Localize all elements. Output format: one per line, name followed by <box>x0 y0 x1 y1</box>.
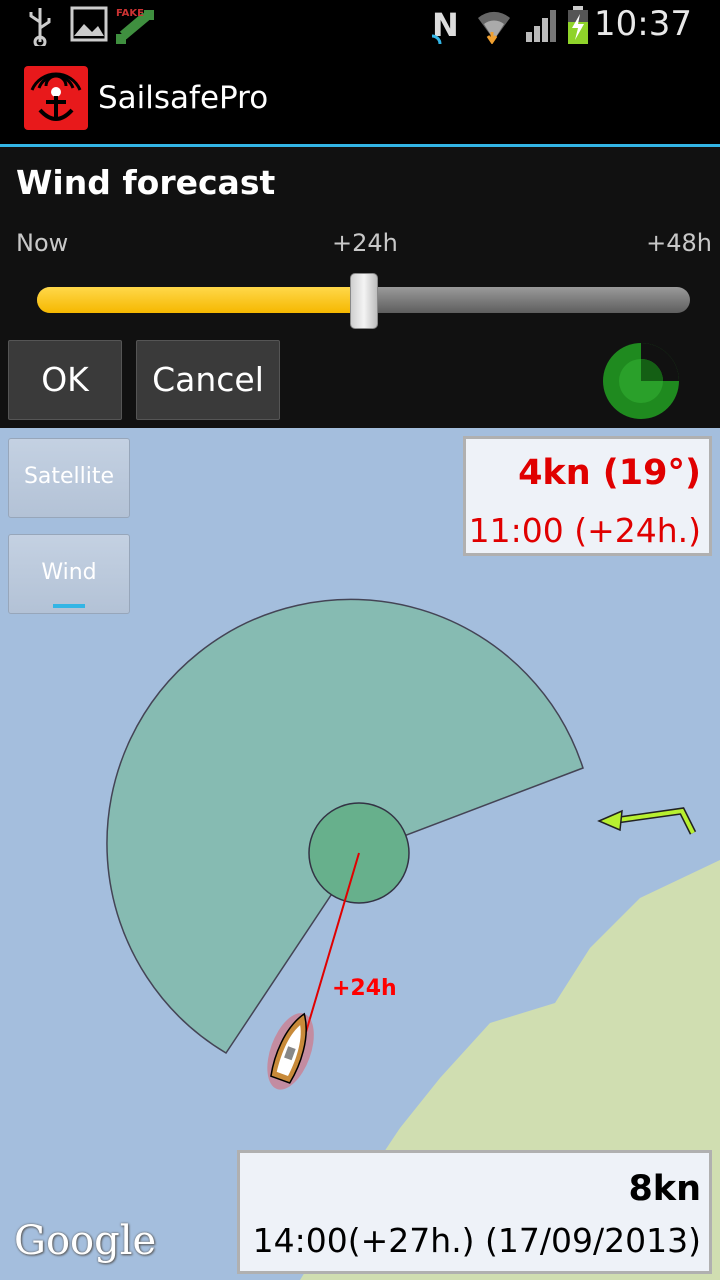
ok-button[interactable]: OK <box>8 340 122 420</box>
map-view[interactable]: +24h Satellite Wind 4kn (19°) 11:00 (+24… <box>0 428 720 1280</box>
app-title: SailsafePro <box>98 80 269 116</box>
fake-label: FAKE <box>116 8 144 19</box>
fake-gps-icon: FAKE <box>116 8 154 44</box>
slider-thumb[interactable] <box>350 273 378 329</box>
progress-pie-icon <box>603 343 679 419</box>
current-info-box: 8kn 14:00(+27h.) (17/09/2013) <box>237 1150 712 1274</box>
battery-charging-icon <box>568 6 588 44</box>
google-logo: Google <box>14 1218 157 1264</box>
forecast-time-slider[interactable] <box>37 273 690 329</box>
cancel-button[interactable]: Cancel <box>136 340 280 420</box>
wind-active-indicator <box>53 604 85 608</box>
signal-icon <box>526 10 556 42</box>
slider-fill <box>37 287 364 313</box>
anchor-icon <box>30 72 82 121</box>
current-wind-speed: 8kn <box>628 1169 701 1209</box>
wind-speed-direction: 4kn (19°) <box>518 453 701 493</box>
status-bar: FAKE N 10:37 <box>0 0 720 50</box>
n-icon: N <box>431 6 459 44</box>
wind-forecast-panel: Wind forecast Now +24h +48h OK Cancel <box>0 147 720 428</box>
action-bar: SailsafePro <box>0 50 720 147</box>
clock: 10:37 <box>594 4 692 44</box>
track-time-label: +24h <box>332 976 397 1001</box>
wifi-icon <box>478 11 510 44</box>
slider-label-now: Now <box>16 229 69 257</box>
slider-label-24h: +24h <box>332 229 398 257</box>
satellite-toggle-button[interactable]: Satellite <box>8 438 130 518</box>
usb-icon <box>29 8 51 46</box>
image-icon <box>70 6 108 42</box>
wind-forecast-time: 11:00 (+24h.) <box>468 511 701 550</box>
boat-icon <box>267 1012 314 1090</box>
current-time-date: 14:00(+27h.) (17/09/2013) <box>252 1221 701 1260</box>
slider-label-48h: +48h <box>646 229 712 257</box>
wind-button-label: Wind <box>41 560 97 585</box>
wind-arrow-icon <box>597 807 697 835</box>
panel-title: Wind forecast <box>16 163 276 202</box>
app-logo-icon[interactable] <box>24 66 88 130</box>
wind-info-box: 4kn (19°) 11:00 (+24h.) <box>463 436 712 556</box>
wind-toggle-button[interactable]: Wind <box>8 534 130 614</box>
